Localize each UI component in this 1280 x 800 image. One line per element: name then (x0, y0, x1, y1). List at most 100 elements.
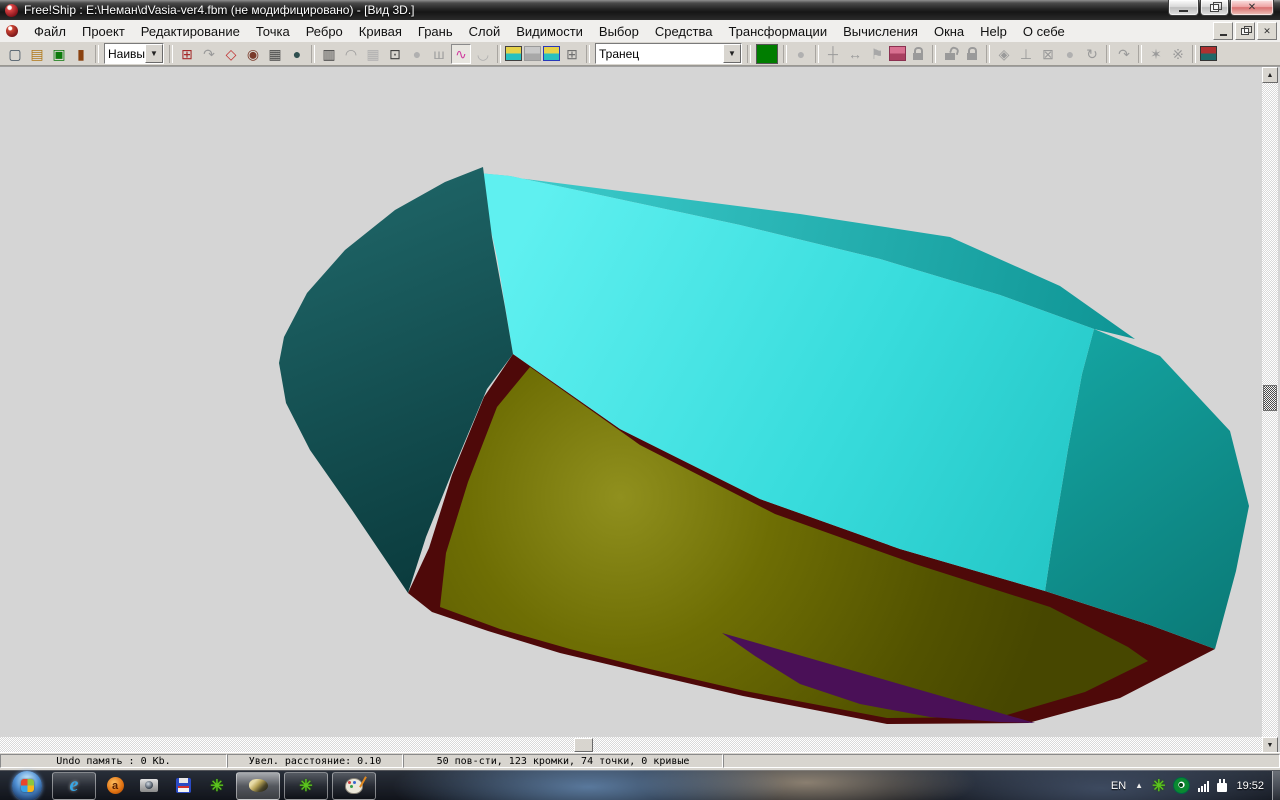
mdi-restore-icon (1241, 28, 1249, 35)
menu-item-point[interactable]: Точка (248, 22, 298, 41)
control-net-icon[interactable]: ⊞ (177, 44, 197, 64)
tray-expand-button[interactable]: ▲ (1135, 781, 1143, 790)
mirror-icon[interactable]: ◈ (994, 44, 1014, 64)
start-button[interactable] (12, 771, 42, 800)
menu-item-select[interactable]: Выбор (591, 22, 647, 41)
language-indicator[interactable]: EN (1111, 780, 1126, 792)
taskbar-icq2-button[interactable]: ✳ (284, 772, 328, 800)
mdi-child-icon[interactable] (6, 25, 18, 37)
menu-bar: ФайлПроектРедактированиеТочкаРеброКривая… (0, 20, 1280, 43)
menu-item-about[interactable]: О себе (1015, 22, 1073, 41)
clock[interactable]: 19:52 (1236, 780, 1264, 792)
scale-icon[interactable]: ⊠ (1038, 44, 1058, 64)
tray-eye-icon[interactable] (1173, 777, 1190, 794)
new-file-icon[interactable]: ▢ (5, 44, 25, 64)
menu-item-project[interactable]: Проект (74, 22, 133, 41)
layer-auto-icon[interactable]: ● (791, 44, 811, 64)
move-icon[interactable]: ● (1060, 44, 1080, 64)
taskbar-aimp-button[interactable]: a (100, 773, 130, 799)
exit-icon[interactable]: ▮ (71, 44, 91, 64)
layer-color-swatch[interactable] (756, 44, 778, 64)
collapse-edge-icon[interactable]: ↔ (845, 44, 865, 64)
curvature-plot-icon[interactable]: ∿ (451, 44, 471, 64)
fairing-curve-icon[interactable]: ◡ (473, 44, 493, 64)
layer-combo[interactable]: Транец▼ (595, 43, 742, 64)
gaussian-curvature-icon[interactable]: ◠ (341, 44, 361, 64)
four-views-icon[interactable]: ⊞ (562, 44, 582, 64)
unlock-points-icon[interactable] (940, 44, 960, 64)
bodyplan-view-icon[interactable] (505, 46, 522, 61)
toolbar-separator (1192, 45, 1196, 63)
drag-mode-icon[interactable]: ↷ (199, 44, 219, 64)
flip-normals-icon[interactable]: ⊥ (1016, 44, 1036, 64)
menu-item-tools[interactable]: Средства (647, 22, 721, 41)
3d-viewport[interactable]: ▲ ▼ (0, 66, 1280, 752)
close-button[interactable]: ✕ (1230, 0, 1274, 16)
develop-plates-icon[interactable] (524, 46, 541, 61)
toolbar-separator (986, 45, 990, 63)
taskbar-ie-button[interactable]: e (52, 772, 96, 800)
show-desktop-button[interactable] (1272, 771, 1280, 800)
taskbar-palette-button[interactable] (332, 772, 376, 800)
align-points-icon[interactable]: ┼ (823, 44, 843, 64)
mdi-restore-button[interactable] (1235, 22, 1255, 40)
flag-point-icon[interactable]: ⚑ (867, 44, 887, 64)
menu-item-face[interactable]: Грань (410, 22, 461, 41)
remove-unused-icon[interactable]: ※ (1168, 44, 1188, 64)
menu-item-transform[interactable]: Трансформации (720, 22, 835, 41)
scroll-up-button[interactable]: ▲ (1262, 67, 1278, 83)
critical-points-icon[interactable] (1200, 46, 1217, 61)
stations-icon[interactable]: ш (429, 44, 449, 64)
mdi-close-button[interactable]: ✕ (1257, 22, 1277, 40)
menu-item-visibility[interactable]: Видимости (508, 22, 591, 41)
curve-edit-icon[interactable]: ↷ (1114, 44, 1134, 64)
lock-point-icon[interactable] (908, 44, 928, 64)
minimize-button[interactable] (1168, 0, 1199, 16)
system-tray: EN ▲ ✳ 19:52 (1111, 776, 1280, 796)
control-grid-icon[interactable]: ▦ (265, 44, 285, 64)
icq-icon: ✳ (210, 776, 223, 796)
menu-item-help[interactable]: Help (972, 22, 1015, 41)
restore-button[interactable] (1200, 0, 1229, 16)
menu-item-layer[interactable]: Слой (461, 22, 509, 41)
intersect-layers-icon[interactable]: ✶ (1146, 44, 1166, 64)
interior-edges-icon[interactable]: ◉ (243, 44, 263, 64)
menu-item-windows[interactable]: Окна (926, 22, 972, 41)
menu-item-calc[interactable]: Вычисления (835, 22, 926, 41)
tray-icq-icon[interactable]: ✳ (1152, 776, 1165, 796)
wireframe-icon[interactable]: ▥ (319, 44, 339, 64)
menu-item-curve[interactable]: Кривая (351, 22, 410, 41)
vertical-scrollbar[interactable]: ▲ ▼ (1262, 67, 1278, 753)
lock-all-icon[interactable] (962, 44, 982, 64)
lock-point-icon-glyph (913, 53, 923, 60)
menu-item-edge[interactable]: Ребро (298, 22, 351, 41)
precision-combo-dropdown-icon[interactable]: ▼ (145, 44, 163, 63)
taskbar-freeship-button[interactable] (236, 772, 280, 800)
precision-combo[interactable]: Наивысш.▼ (104, 43, 164, 64)
rotate-icon[interactable]: ↻ (1082, 44, 1102, 64)
insert-plane-icon[interactable] (889, 46, 906, 61)
hidden-net-icon[interactable]: ▦ (363, 44, 383, 64)
tray-power-icon[interactable] (1217, 783, 1227, 792)
calculator-icon[interactable]: ⊡ (385, 44, 405, 64)
tray-network-icon[interactable] (1198, 780, 1209, 792)
save-file-icon[interactable]: ▣ (49, 44, 69, 64)
developable-check-icon[interactable]: ◇ (221, 44, 241, 64)
open-file-icon[interactable]: ▤ (27, 44, 47, 64)
layer-combo-dropdown-icon[interactable]: ▼ (723, 44, 741, 63)
taskbar: ea ✳ ✳ EN ▲ ✳ 19:52 (0, 770, 1280, 800)
hydrostatics-icon[interactable] (543, 46, 560, 61)
menu-item-file[interactable]: Файл (26, 22, 74, 41)
vertical-scroll-thumb[interactable] (1263, 385, 1277, 411)
mdi-minimize-button[interactable] (1213, 22, 1233, 40)
menu-item-edit[interactable]: Редактирование (133, 22, 248, 41)
horizontal-scrollbar[interactable] (0, 737, 1262, 753)
taskbar-icq-button[interactable]: ✳ (202, 773, 232, 799)
shade-view-icon[interactable]: ● (287, 44, 307, 64)
close-icon: ✕ (1248, 2, 1256, 13)
horizontal-scroll-thumb[interactable] (574, 738, 593, 752)
shell-icon[interactable]: ● (407, 44, 427, 64)
taskbar-floppy-button[interactable] (168, 773, 198, 799)
scroll-down-button[interactable]: ▼ (1262, 737, 1278, 753)
taskbar-camera-button[interactable] (134, 773, 164, 799)
